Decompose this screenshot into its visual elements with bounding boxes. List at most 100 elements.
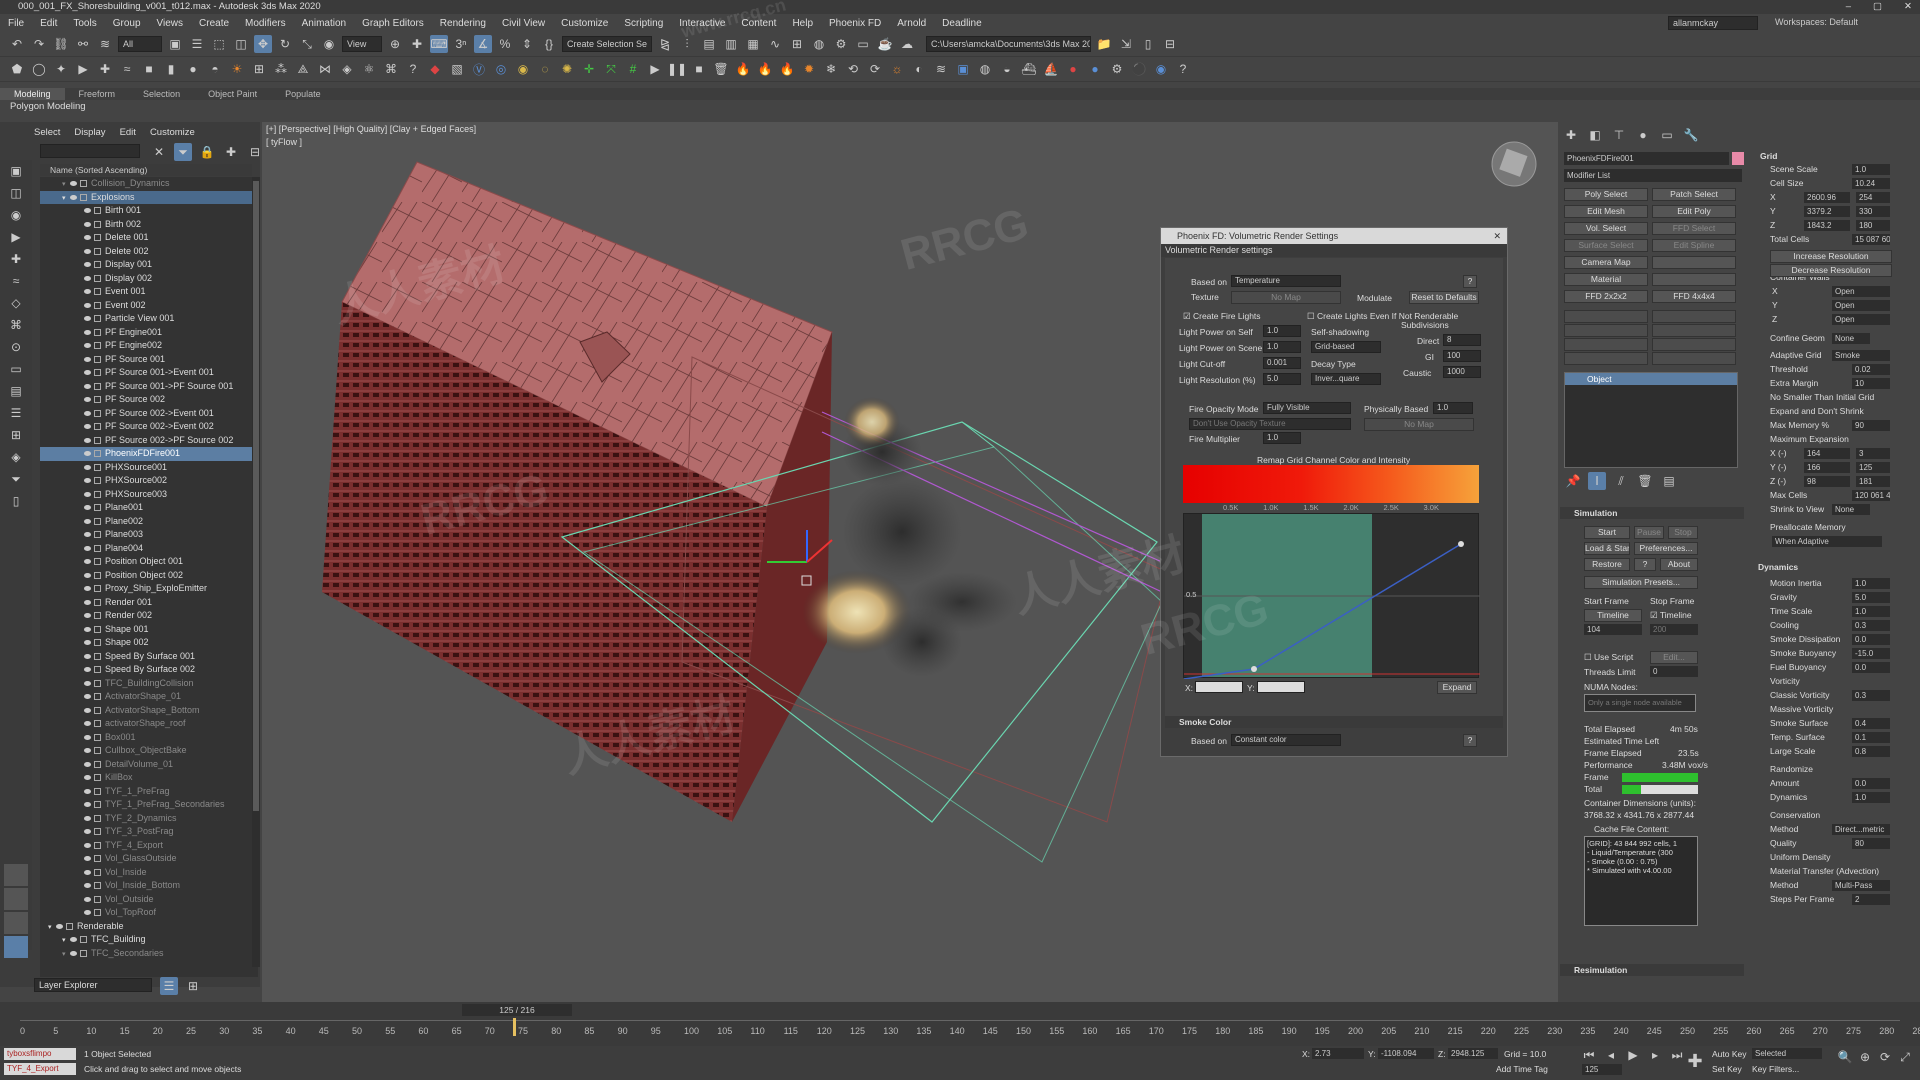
scripts-icon[interactable]: ⌘	[382, 60, 400, 78]
color-gradient-bar[interactable]	[1183, 465, 1479, 503]
ribbon-tab-object-paint[interactable]: Object Paint	[194, 88, 271, 100]
visibility-eye-icon[interactable]	[84, 721, 91, 727]
grid-value-tc-v[interactable]: 15 087 600	[1852, 234, 1890, 245]
scene-item[interactable]: ActivatorShape_Bottom	[40, 704, 258, 718]
grid-value-mi-v[interactable]: 1.0	[1852, 578, 1890, 589]
light-power-scene-input[interactable]: 1.0	[1263, 341, 1301, 353]
menu-item-file[interactable]: File	[0, 18, 32, 29]
configure-sets-icon[interactable]: ▤	[1660, 472, 1678, 490]
pin-stack-icon[interactable]: 📌	[1564, 472, 1582, 490]
modifier-button-1[interactable]: Patch Select	[1652, 188, 1736, 201]
scene-tool-icon-12[interactable]: ⊞	[7, 426, 25, 444]
scene-item[interactable]: ▾ Collision_Dynamics	[40, 177, 258, 191]
scene-item[interactable]: Vol_Inside	[40, 866, 258, 880]
phoenix-cache-icon[interactable]: ◒	[998, 60, 1016, 78]
visibility-eye-icon[interactable]	[84, 883, 91, 889]
nav-button-4[interactable]	[4, 936, 28, 958]
space-warps-icon[interactable]: ≈	[118, 60, 136, 78]
scene-item[interactable]: Birth 001	[40, 204, 258, 218]
reactor-icon[interactable]: ⚛	[360, 60, 378, 78]
stop-icon[interactable]: ■	[690, 60, 708, 78]
scene-tool-icon-9[interactable]: ▭	[7, 360, 25, 378]
curve-point-2[interactable]	[1458, 541, 1464, 547]
empty-modifier-slot[interactable]	[1652, 310, 1736, 323]
select-and-rotate-icon[interactable]: ↻	[276, 35, 294, 53]
box-tool-icon[interactable]: ▧	[448, 60, 466, 78]
visibility-eye-icon[interactable]	[84, 329, 91, 335]
goto-end-icon[interactable]: ⏭	[1668, 1046, 1686, 1064]
phoenix-blue-icon[interactable]: ●	[1086, 60, 1104, 78]
scene-item[interactable]: ▾ Renderable	[40, 920, 258, 934]
box-icon[interactable]: ■	[140, 60, 158, 78]
keyboard-shortcut-override-icon[interactable]: ⌨	[430, 35, 448, 53]
selection-filter-dropdown[interactable]: All	[118, 36, 162, 52]
visibility-eye-icon[interactable]	[84, 464, 91, 470]
phoenix-plane-icon[interactable]: ⟲	[844, 60, 862, 78]
add-time-tag[interactable]: Add Time Tag	[1496, 1064, 1548, 1074]
render-setup-icon[interactable]: ⚙	[832, 35, 850, 53]
select-by-name-icon[interactable]: ☰	[188, 35, 206, 53]
ribbon-tab-freeform[interactable]: Freeform	[65, 88, 130, 100]
visibility-eye-icon[interactable]	[84, 856, 91, 862]
lock-icon[interactable]: 🔒	[198, 143, 216, 161]
visibility-eye-icon[interactable]	[84, 667, 91, 673]
caustic-input[interactable]: 1000	[1443, 366, 1481, 378]
sun-light-icon[interactable]: ☀	[228, 60, 246, 78]
scene-item[interactable]: KillBox	[40, 771, 258, 785]
grid-value-mt-v[interactable]: Multi-Pass	[1832, 880, 1890, 891]
grid-inc-res-button[interactable]: Increase Resolution	[1770, 250, 1892, 263]
visibility-eye-icon[interactable]	[84, 451, 91, 457]
grid-value-co-v[interactable]: 0.3	[1852, 620, 1890, 631]
scene-item[interactable]: Plane001	[40, 501, 258, 515]
grid-value-ssf-v[interactable]: 0.4	[1852, 718, 1890, 729]
nav-button-2[interactable]	[4, 888, 28, 910]
scene-item[interactable]: Vol_TopRoof	[40, 906, 258, 920]
simulation-rollout[interactable]: Simulation	[1560, 507, 1744, 519]
maximize-viewport-icon[interactable]: ⤢	[1896, 1048, 1914, 1066]
scene-item[interactable]: Vol_Inside_Bottom	[40, 879, 258, 893]
create-fire-lights-checkbox[interactable]: ☑ Create Fire Lights	[1183, 311, 1261, 322]
schematic-view-icon[interactable]: ⊞	[788, 35, 806, 53]
opacity-map-button[interactable]: No Map	[1364, 418, 1474, 431]
expand-arrow-icon[interactable]: ▾	[62, 934, 70, 948]
visibility-eye-icon[interactable]	[84, 680, 91, 686]
scene-item[interactable]: ActivatorShape_01	[40, 690, 258, 704]
vray-fur-icon[interactable]: ✺	[558, 60, 576, 78]
play-icon[interactable]: ▶	[646, 60, 664, 78]
empty-modifier-slot[interactable]	[1564, 310, 1648, 323]
grid-value-mc-v[interactable]: 120 061 419	[1852, 490, 1890, 501]
modifier-icon[interactable]: ◈	[338, 60, 356, 78]
toggle-scene-explorer-icon[interactable]: ▤	[700, 35, 718, 53]
modifier-button-11[interactable]	[1652, 273, 1736, 286]
fire-opacity-mode-dropdown[interactable]: Fully Visible	[1263, 402, 1351, 414]
ribbon-tab-selection[interactable]: Selection	[129, 88, 194, 100]
menu-item-rendering[interactable]: Rendering	[432, 18, 494, 29]
dialog-section-header[interactable]: Volumetric Render settings	[1161, 244, 1507, 257]
scene-item[interactable]: Delete 002	[40, 245, 258, 259]
about-button[interactable]: About	[1660, 558, 1698, 571]
scene-tool-icon-0[interactable]: ▣	[7, 162, 25, 180]
phoenix-mesher-icon[interactable]: ◍	[976, 60, 994, 78]
scene-item[interactable]: TYF_4_Export	[40, 839, 258, 853]
scene-item[interactable]: Render 001	[40, 596, 258, 610]
helpers-icon[interactable]: ✚	[96, 60, 114, 78]
show-end-result-icon[interactable]: Ⅰ	[1588, 472, 1606, 490]
spinner-snap-icon[interactable]: ⇕	[518, 35, 536, 53]
smoke-help-button[interactable]: ?	[1463, 734, 1477, 747]
maxscript-listener-2[interactable]: TYF_4_Export	[4, 1063, 76, 1075]
grid-value-z1[interactable]: 1843.2	[1804, 220, 1850, 231]
visibility-eye-icon[interactable]	[84, 910, 91, 916]
start-timeline-button[interactable]: Timeline	[1584, 609, 1642, 622]
scene-column-header[interactable]: Name (Sorted Ascending)	[40, 164, 252, 176]
scene-item[interactable]: TYF_2_Dynamics	[40, 812, 258, 826]
scene-item[interactable]: PF Source 002->Event 001	[40, 407, 258, 421]
scene-tool-icon-11[interactable]: ☰	[7, 404, 25, 422]
scene-item[interactable]: Cullbox_ObjectBake	[40, 744, 258, 758]
visibility-eye-icon[interactable]	[84, 437, 91, 443]
menu-item-scripting[interactable]: Scripting	[616, 18, 671, 29]
scene-item[interactable]: TYF_1_PreFrag_Secondaries	[40, 798, 258, 812]
grid-value-open[interactable]: Open	[1832, 300, 1890, 311]
visibility-eye-icon[interactable]	[84, 302, 91, 308]
project-folder-icon[interactable]: 📁	[1095, 35, 1113, 53]
grid-value-ls-v[interactable]: 0.8	[1852, 746, 1890, 757]
